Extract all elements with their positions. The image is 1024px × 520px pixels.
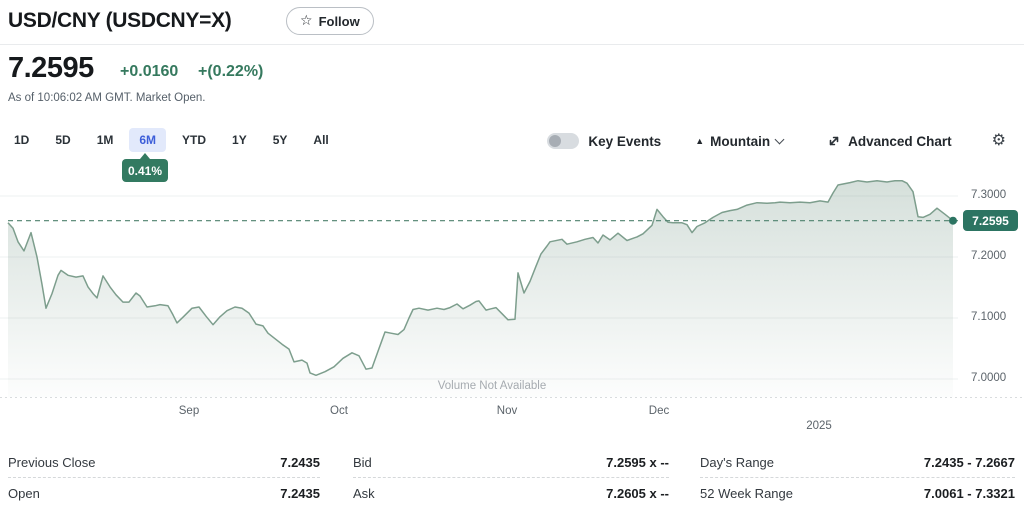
quote-page: USD/CNY (USDCNY=X) ☆ Follow 7.2595 +0.01… [0, 0, 1024, 520]
follow-button[interactable]: ☆ Follow [286, 7, 374, 35]
stat-label: Ask [353, 485, 375, 501]
y-axis-label: 7.2000 [971, 250, 1007, 262]
page-title: USD/CNY (USDCNY=X) [8, 9, 232, 32]
advanced-chart-button[interactable]: Advanced Chart [827, 134, 952, 149]
x-axis-label: Nov [496, 405, 518, 417]
follow-label: Follow [318, 13, 360, 29]
stat-value: 7.2435 - 7.2667 [923, 454, 1015, 470]
expand-arrows-icon [829, 136, 839, 146]
y-axis-label: 7.3000 [971, 189, 1007, 201]
as-of-status: As of 10:06:02 AM GMT. Market Open. [8, 92, 206, 104]
x-axis-label: Dec [648, 405, 670, 417]
key-events-label: Key Events [588, 133, 662, 149]
stat-value: 7.2435 [280, 485, 320, 501]
y-axis-label: 7.1000 [971, 311, 1007, 323]
stat-value: 7.2595 x -- [606, 454, 669, 470]
x-axis-label: 2025 [806, 420, 832, 432]
range-tab-5d[interactable]: 5D [45, 128, 80, 152]
stats-column: Bid 7.2595 x -- Ask 7.2605 x -- [353, 447, 669, 508]
range-tab-1m[interactable]: 1M [87, 128, 124, 152]
current-price-badge: 7.2595 [963, 210, 1018, 232]
chart-type-dropdown[interactable]: ▲ Mountain [695, 133, 785, 149]
x-axis-label: Sep [178, 405, 200, 417]
x-axis-label: Oct [330, 405, 348, 417]
range-tab-1y[interactable]: 1Y [222, 128, 257, 152]
range-tab-ytd[interactable]: YTD [172, 128, 216, 152]
range-tab-6m[interactable]: 6M [129, 128, 167, 152]
star-icon: ☆ [300, 12, 313, 28]
current-price: 7.2595 [8, 52, 94, 84]
stat-row: Day's Range 7.2435 - 7.2667 [700, 447, 1015, 478]
stat-row: Open 7.2435 [8, 478, 320, 508]
price-change: +0.0160 [120, 63, 179, 80]
range-tab-bar: 1D 5D 1M 6M YTD 1Y 5Y All [4, 128, 339, 152]
gear-icon[interactable]: ⚙ [992, 133, 1006, 149]
mountain-icon: ▲ [695, 136, 705, 146]
stats-column: Previous Close 7.2435 Open 7.2435 [8, 447, 320, 508]
toggle-knob [549, 135, 562, 147]
range-tab-all[interactable]: All [303, 128, 338, 152]
stat-label: 52 Week Range [700, 485, 793, 501]
stat-row: Ask 7.2605 x -- [353, 478, 669, 508]
chevron-down-icon [774, 134, 785, 145]
chart-area [8, 180, 953, 397]
last-price-dot [949, 216, 957, 225]
stat-value: 7.2435 [280, 454, 320, 470]
stat-row: Previous Close 7.2435 [8, 447, 320, 478]
volume-note: Volume Not Available [437, 380, 547, 392]
key-events-toggle[interactable] [547, 133, 580, 149]
header: USD/CNY (USDCNY=X) ☆ Follow [0, 0, 1024, 45]
range-tab-5y[interactable]: 5Y [263, 128, 298, 152]
chart-toolbar: Key Events ▲ Mountain Advanced Chart ⚙ [547, 128, 1024, 154]
stat-label: Previous Close [8, 454, 96, 470]
stat-value: 7.2605 x -- [606, 485, 669, 501]
stat-label: Bid [353, 454, 372, 470]
advanced-chart-label: Advanced Chart [848, 133, 952, 149]
stats-column: Day's Range 7.2435 - 7.2667 52 Week Range 7… [700, 447, 1015, 508]
period-return-badge: 0.41% [122, 159, 168, 182]
stat-label: Open [8, 485, 40, 501]
y-axis-label: 7.0000 [971, 372, 1007, 384]
stat-row: Bid 7.2595 x -- [353, 447, 669, 478]
price-change-percent: +(0.22%) [198, 63, 264, 80]
range-tab-1d[interactable]: 1D [4, 128, 39, 152]
stat-label: Day's Range [700, 454, 775, 470]
stat-value: 7.0061 - 7.3321 [923, 485, 1015, 501]
chart-type-label: Mountain [710, 133, 771, 149]
stat-row: 52 Week Range 7.0061 - 7.3321 [700, 478, 1015, 508]
